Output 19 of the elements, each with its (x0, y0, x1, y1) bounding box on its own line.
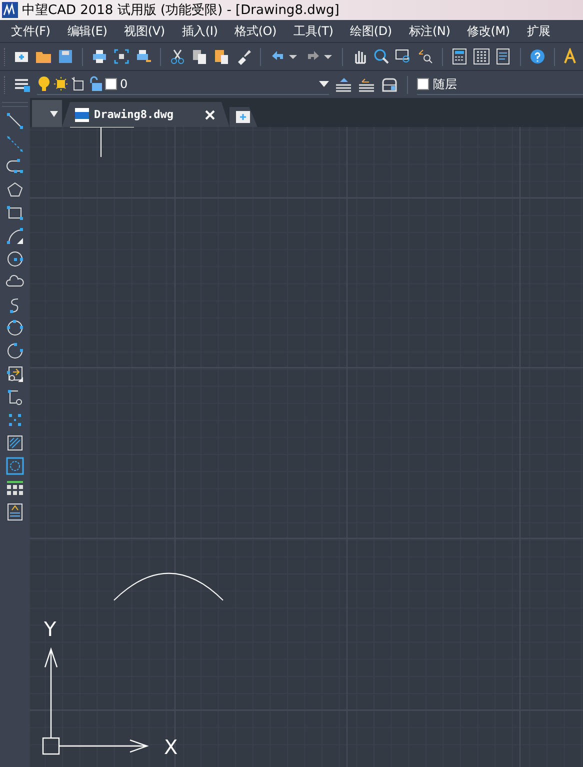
menu-item[interactable]: 文件(F) (11, 22, 50, 40)
linetype-dropdown[interactable]: 随层 (417, 74, 583, 95)
menu-item[interactable]: 绘图(D) (350, 22, 392, 40)
menu-item[interactable]: 视图(V) (124, 22, 165, 40)
menu-item[interactable]: 修改(M) (467, 22, 510, 40)
window-title: 中望CAD 2018 试用版 (功能受限) - [Drawing8.dwg] (22, 2, 340, 19)
tab-label: Drawing8.dwg (94, 108, 174, 121)
document-tab[interactable]: Drawing8.dwg (62, 102, 230, 127)
layer-name: 0 (120, 77, 128, 91)
y-axis-label: Y (44, 617, 56, 642)
linetype-label: 随层 (433, 76, 457, 92)
menu-item[interactable]: 扩展 (526, 22, 551, 40)
menu-item[interactable]: 格式(O) (234, 22, 277, 40)
menu-item[interactable]: 插入(I) (182, 22, 218, 40)
menu-item[interactable]: 工具(T) (294, 22, 334, 40)
x-axis-label: X (164, 735, 178, 760)
layer-dropdown[interactable]: 0 (37, 74, 329, 95)
menu-item[interactable]: 标注(N) (408, 22, 450, 40)
menu-item[interactable]: 编辑(E) (67, 22, 108, 40)
